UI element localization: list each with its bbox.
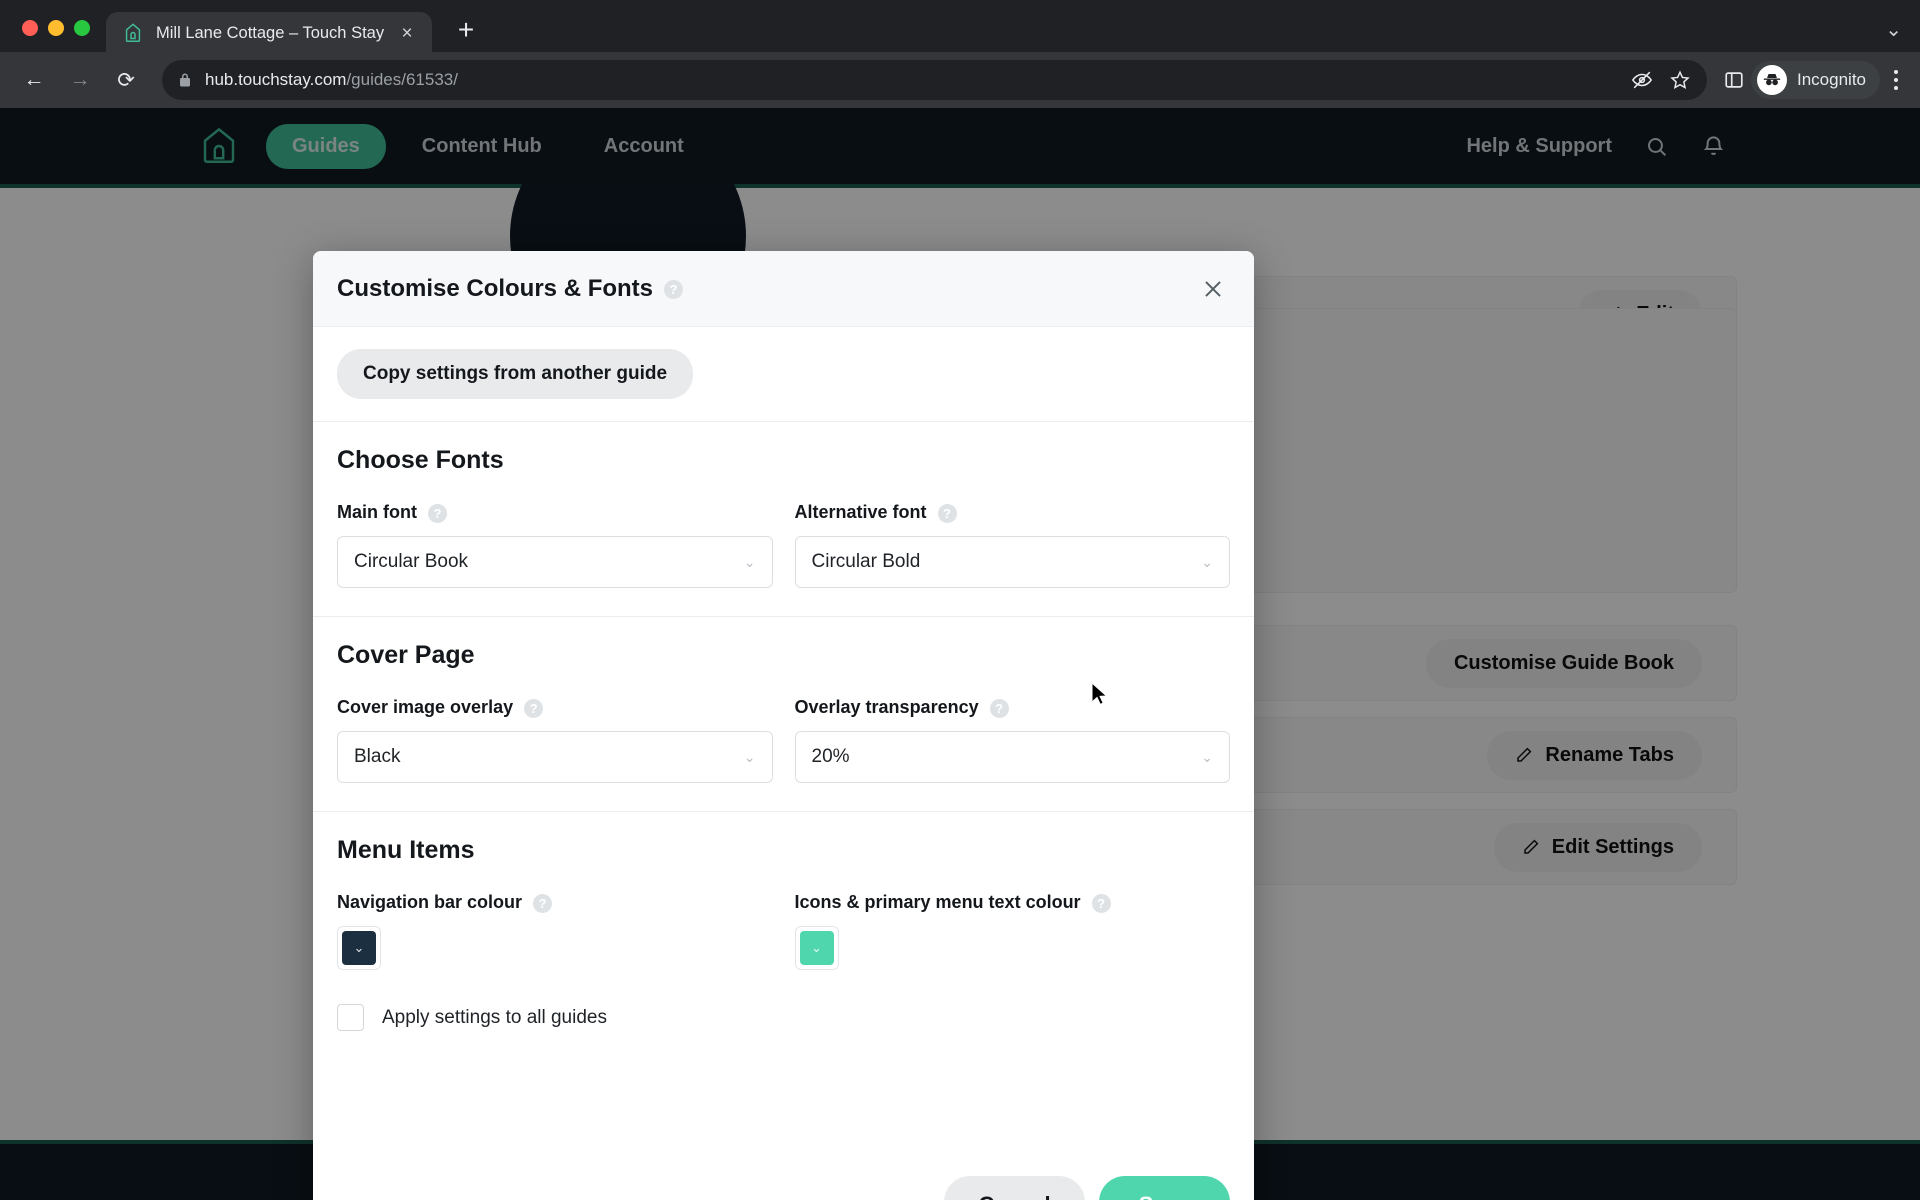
profile-label: Incognito [1797, 70, 1866, 89]
profile-chip[interactable]: Incognito [1751, 61, 1880, 99]
help-icon[interactable]: ? [524, 699, 544, 718]
field-main-font: Main font ? Circular Book ⌄ [337, 502, 773, 588]
copy-settings-button[interactable]: Copy settings from another guide [337, 349, 694, 399]
chevron-down-icon: ⌄ [1201, 553, 1213, 570]
apply-settings-checkbox[interactable] [337, 1004, 364, 1031]
copy-settings-section: Copy settings from another guide [313, 327, 1254, 422]
chevron-down-icon: ⌄ [743, 553, 756, 570]
section-heading: Menu Items [337, 836, 475, 864]
omnibox-actions [1631, 69, 1691, 91]
modal-body: Copy settings from another guide Choose … [313, 327, 1254, 1159]
save-button[interactable]: Save [1098, 1176, 1230, 1200]
field-label: Main font ? [337, 502, 773, 523]
cover-image-overlay-select[interactable]: Black ⌄ [337, 731, 773, 783]
colour-swatch: ⌄ [799, 931, 834, 965]
apply-settings-label: Apply settings to all guides [382, 1006, 607, 1028]
field-label: Icons & primary menu text colour ? [795, 892, 1231, 913]
browser-tab[interactable]: Mill Lane Cottage – Touch Stay × [106, 12, 433, 54]
field-icons-primary-menu-text-colour: Icons & primary menu text colour ? ⌄ [794, 892, 1231, 970]
field-label: Cover image overlay ? [337, 697, 773, 718]
fonts-grid: Main font ? Circular Book ⌄ Alternative … [337, 502, 1230, 588]
maximize-window-button[interactable] [74, 20, 90, 36]
tab-title: Mill Lane Cottage – Touch Stay [156, 23, 385, 42]
field-label: Alternative font ? [795, 502, 1231, 523]
main-font-select[interactable]: Circular Book ⌄ [337, 536, 773, 588]
section-choose-fonts: Choose Fonts Main font ? Circular Book ⌄ [313, 422, 1254, 617]
help-icon[interactable]: ? [1091, 894, 1111, 913]
url-host: hub.touchstay.com [205, 70, 347, 89]
overlay-transparency-value: 20% [811, 746, 850, 767]
browser-toolbar: ← → ⟳ hub.touchstay.com/guides/61533/ In… [0, 52, 1920, 108]
close-icon[interactable] [1196, 272, 1230, 306]
eye-off-icon[interactable] [1631, 69, 1653, 91]
navigation-bar-colour-label: Navigation bar colour [337, 892, 523, 912]
help-icon[interactable]: ? [989, 699, 1009, 718]
reload-button[interactable]: ⟳ [106, 60, 146, 100]
address-bar[interactable]: hub.touchstay.com/guides/61533/ [162, 60, 1707, 100]
close-window-button[interactable] [22, 20, 38, 36]
star-icon[interactable] [1669, 69, 1691, 91]
cover-image-overlay-label: Cover image overlay [337, 697, 514, 717]
modal-header: Customise Colours & Fonts ? [313, 251, 1254, 327]
help-icon[interactable]: ? [937, 504, 957, 523]
lock-icon [178, 72, 193, 89]
section-heading: Cover Page [337, 641, 475, 669]
mouse-cursor [1090, 681, 1110, 711]
minimize-window-button[interactable] [48, 20, 64, 36]
menu-items-grid: Navigation bar colour ? ⌄ Icons & primar… [337, 892, 1230, 970]
field-label: Navigation bar colour ? [337, 892, 773, 913]
chevron-down-icon: ⌄ [1201, 748, 1213, 765]
tabstrip-actions: ⌄ [1885, 17, 1920, 52]
icons-menu-text-colour-label: Icons & primary menu text colour [794, 892, 1081, 912]
customise-colours-fonts-modal: Customise Colours & Fonts ? Copy setting… [313, 251, 1254, 1200]
field-overlay-transparency: Overlay transparency ? 20% ⌄ [794, 697, 1231, 783]
section-heading: Choose Fonts [337, 446, 504, 474]
window-controls [0, 20, 106, 52]
back-button[interactable]: ← [14, 60, 54, 100]
incognito-hat-icon [1757, 65, 1787, 95]
icons-menu-text-colour-picker[interactable]: ⌄ [794, 926, 839, 970]
url-text: hub.touchstay.com/guides/61533/ [205, 70, 458, 90]
cancel-button[interactable]: Cancel [944, 1176, 1085, 1200]
section-menu-items: Menu Items Navigation bar colour ? ⌄ Ico… [313, 812, 1254, 1059]
touchstay-house-icon [122, 22, 144, 44]
forward-button[interactable]: → [60, 60, 100, 100]
help-icon[interactable]: ? [533, 894, 553, 913]
modal-title: Customise Colours & Fonts [337, 274, 654, 302]
main-font-value: Circular Book [354, 551, 469, 572]
field-label: Overlay transparency ? [795, 697, 1231, 718]
alternative-font-select[interactable]: Circular Bold ⌄ [794, 536, 1230, 588]
chevron-down-icon[interactable]: ⌄ [1885, 17, 1902, 42]
modal-footer: Cancel Save [313, 1159, 1254, 1200]
colour-swatch: ⌄ [342, 931, 376, 965]
field-alternative-font: Alternative font ? Circular Bold ⌄ [794, 502, 1231, 588]
apply-to-all-guides-row: Apply settings to all guides [337, 1004, 1230, 1031]
new-tab-button[interactable]: + [446, 10, 486, 50]
side-panel-icon[interactable] [1723, 69, 1745, 91]
navigation-bar-colour-picker[interactable]: ⌄ [337, 926, 381, 970]
overlay-transparency-label: Overlay transparency [794, 697, 979, 717]
url-path: /guides/61533/ [346, 70, 458, 89]
cover-image-overlay-value: Black [354, 746, 401, 767]
overlay-transparency-select[interactable]: 20% ⌄ [794, 731, 1230, 783]
help-icon[interactable]: ? [664, 280, 684, 299]
main-font-label: Main font [337, 502, 417, 522]
alternative-font-value: Circular Bold [811, 551, 921, 572]
field-cover-image-overlay: Cover image overlay ? Black ⌄ [337, 697, 773, 783]
browser-window: Mill Lane Cottage – Touch Stay × + ⌄ ← →… [0, 0, 1920, 1200]
help-icon[interactable]: ? [427, 504, 447, 523]
browser-tabstrip: Mill Lane Cottage – Touch Stay × + ⌄ [0, 0, 1920, 54]
chevron-down-icon: ⌄ [743, 748, 756, 765]
close-icon[interactable]: × [396, 22, 418, 44]
kebab-menu-icon[interactable] [1886, 68, 1906, 92]
field-navigation-bar-colour: Navigation bar colour ? ⌄ [337, 892, 773, 970]
alternative-font-label: Alternative font [794, 502, 927, 522]
section-cover-page: Cover Page Cover image overlay ? Black ⌄ [313, 617, 1254, 812]
page-viewport: Guides Content Hub Account Help & Suppor… [0, 108, 1920, 1200]
